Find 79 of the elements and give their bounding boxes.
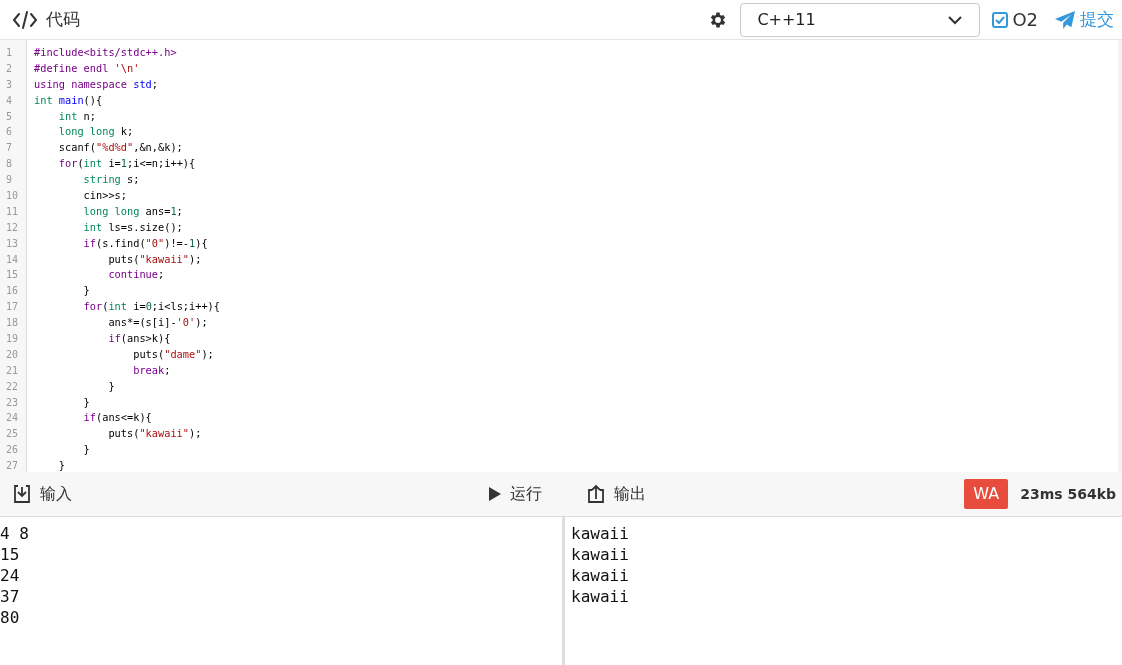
upload-icon xyxy=(586,484,606,504)
code-icon xyxy=(12,9,38,30)
run-button[interactable]: 运行 xyxy=(488,482,542,506)
line-number: 17 xyxy=(5,300,20,315)
paper-plane-icon xyxy=(1054,9,1076,30)
code-line: } xyxy=(82,283,90,299)
output-line: kawaii xyxy=(571,565,629,586)
line-number: 1 xyxy=(5,46,14,60)
code-line: long long k; xyxy=(57,124,134,140)
line-number: 4 xyxy=(5,93,14,108)
code-line: if(s.find("0")!=-1){ xyxy=(82,235,208,251)
code-line: } xyxy=(107,378,115,394)
output-line: kawaii xyxy=(571,586,629,607)
code-line: string s; xyxy=(82,172,140,188)
line-number: 11 xyxy=(5,204,20,219)
line-number: 2 xyxy=(5,61,14,76)
line-number: 13 xyxy=(5,236,20,251)
code-line: for(int i=1;i<=n;i++){ xyxy=(57,156,196,172)
code-line: ans*=(s[i]-'0'); xyxy=(107,315,208,331)
download-icon xyxy=(12,484,32,504)
checkmark-icon xyxy=(995,15,1006,24)
input-line: 24 xyxy=(0,565,20,586)
input-line: 4 8 xyxy=(0,523,29,544)
code-line: int ls=s.size(); xyxy=(82,219,183,235)
line-number: 14 xyxy=(5,252,20,267)
line-number: 21 xyxy=(5,363,20,378)
line-number: 27 xyxy=(5,459,20,474)
code-line: long long ans=1; xyxy=(82,203,183,219)
line-number: 8 xyxy=(5,157,14,172)
code-line: int n; xyxy=(57,108,96,124)
code-line: if(ans>k){ xyxy=(107,331,171,347)
input-line: 80 xyxy=(0,607,20,628)
verdict-badge: WA xyxy=(964,479,1009,509)
line-number: 18 xyxy=(5,316,20,331)
section-title: 代码 xyxy=(46,7,80,31)
line-number: 5 xyxy=(5,109,14,124)
code-line: } xyxy=(82,442,90,458)
play-icon xyxy=(488,486,502,502)
code-line: break; xyxy=(132,362,171,378)
code-line: for(int i=0;i<ls;i++){ xyxy=(82,299,221,315)
line-number: 25 xyxy=(5,427,20,442)
code-line: puts("kawaii"); xyxy=(107,251,202,267)
output-line: kawaii xyxy=(571,523,629,544)
input-line: 37 xyxy=(0,586,20,607)
code-line: cin>>s; xyxy=(82,188,127,203)
input-area[interactable]: 4 8 15 24 37 80 xyxy=(0,517,565,665)
code-line: continue; xyxy=(107,267,165,283)
code-line: using namespace std; xyxy=(34,76,158,92)
line-number: 23 xyxy=(5,395,20,410)
input-tab[interactable]: 输入 xyxy=(12,482,72,506)
line-number: 6 xyxy=(5,125,14,140)
run-stats: 23ms 564kb xyxy=(1020,484,1116,504)
output-line: kawaii xyxy=(571,544,629,565)
code-line: int main(){ xyxy=(34,92,103,108)
code-line: } xyxy=(82,394,90,410)
code-line: scanf("%d%d",&n,&k); xyxy=(57,140,183,156)
line-number: 19 xyxy=(5,332,20,347)
o2-checkbox[interactable]: O2 xyxy=(992,6,1038,33)
code-line: #define endl '\n' xyxy=(34,60,140,76)
line-number: 16 xyxy=(5,284,20,299)
line-number: 22 xyxy=(5,379,20,394)
code-line: } xyxy=(57,458,65,474)
code-line: puts("kawaii"); xyxy=(107,426,202,442)
input-line: 15 xyxy=(0,544,20,565)
line-number: 15 xyxy=(5,268,20,283)
code-line: puts("dame"); xyxy=(132,346,214,362)
line-number: 26 xyxy=(5,443,20,458)
line-number: 24 xyxy=(5,411,20,426)
language-select[interactable]: C++11 xyxy=(740,2,981,37)
line-number: 20 xyxy=(5,347,20,362)
code-line: #include<bits/stdc++.h> xyxy=(34,45,177,60)
line-number: 9 xyxy=(5,173,14,188)
line-number: 10 xyxy=(5,189,20,203)
output-tab[interactable]: 输出 xyxy=(586,482,646,506)
chevron-down-icon xyxy=(947,14,964,25)
code-line: if(ans<=k){ xyxy=(82,410,152,426)
line-number: 3 xyxy=(5,77,14,92)
line-number: 7 xyxy=(5,141,14,156)
line-number: 12 xyxy=(5,220,20,235)
